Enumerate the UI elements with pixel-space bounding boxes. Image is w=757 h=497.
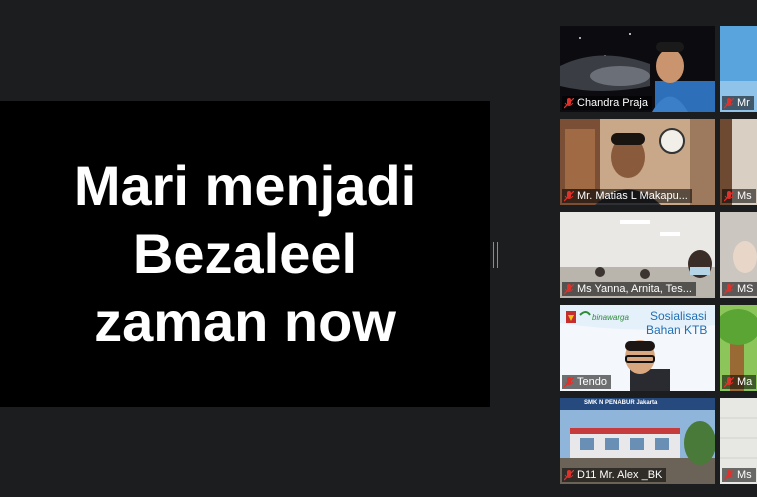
participant-label: Ms	[722, 189, 756, 203]
video-tile-partial[interactable]: Ms	[720, 398, 757, 484]
slide-text: Mari menjadi Bezaleel zaman now	[74, 152, 416, 356]
muted-mic-icon	[564, 97, 574, 108]
slide-line-1: Mari menjadi	[73, 154, 417, 217]
participant-name: Ms Yanna, Arnita, Tes...	[577, 283, 692, 295]
muted-mic-icon	[724, 376, 734, 387]
participant-name: Ms	[737, 190, 752, 202]
video-tile-tendo[interactable]: binawarga Sosialisasi Bahan KTB Tendo	[560, 305, 715, 391]
muted-mic-icon	[564, 469, 574, 480]
participant-label: Chandra Praja	[562, 96, 652, 110]
participant-label: Mr	[722, 96, 754, 110]
video-tile-chandra-praja[interactable]: Chandra Praja	[560, 26, 715, 112]
muted-mic-icon	[564, 376, 574, 387]
slide-line-2: Bezaleel	[132, 222, 358, 285]
sosialisasi-title-line2: Bahan KTB	[646, 323, 708, 337]
school-banner: SMK N PENABUR Jakarta	[584, 400, 658, 406]
video-tile-matias[interactable]: Mr. Matias L Makapu...	[560, 119, 715, 205]
video-tile-partial[interactable]: MS	[720, 212, 757, 298]
muted-mic-icon	[564, 190, 574, 201]
participant-name: Mr	[737, 97, 750, 109]
video-tile-partial[interactable]: Mr	[720, 26, 757, 112]
muted-mic-icon	[724, 190, 734, 201]
participant-label: Ms Yanna, Arnita, Tes...	[562, 282, 696, 296]
participant-name: Tendo	[577, 376, 607, 388]
participant-label: D11 Mr. Alex _BK	[562, 468, 667, 482]
participant-name: MS	[737, 283, 754, 295]
participant-label: Ma	[722, 375, 757, 389]
sosialisasi-title-line1: Sosialisasi	[650, 309, 707, 323]
participant-label: MS	[722, 282, 757, 296]
video-tile-alex[interactable]: SMK N PENABUR Jakarta D11 Mr. Alex _BK	[560, 398, 715, 484]
participant-label: Tendo	[562, 375, 611, 389]
muted-mic-icon	[724, 283, 734, 294]
video-tile-partial[interactable]: Ma	[720, 305, 757, 391]
participant-name: Mr. Matias L Makapu...	[577, 190, 688, 202]
panel-splitter-handle[interactable]	[493, 242, 498, 268]
shared-screen: Mari menjadi Bezaleel zaman now	[0, 101, 490, 407]
participant-name: Ms	[737, 469, 752, 481]
muted-mic-icon	[724, 97, 734, 108]
participant-label: Mr. Matias L Makapu...	[562, 189, 692, 203]
participant-name: D11 Mr. Alex _BK	[577, 469, 663, 481]
muted-mic-icon	[724, 469, 734, 480]
participant-label: Ms	[722, 468, 756, 482]
participant-name: Chandra Praja	[577, 97, 648, 109]
brand-text: binawarga	[592, 313, 629, 322]
video-tile-partial[interactable]: Ms	[720, 119, 757, 205]
participant-name: Ma	[737, 376, 753, 388]
slide-line-3: zaman now	[94, 290, 396, 353]
muted-mic-icon	[564, 283, 574, 294]
video-tile-yanna[interactable]: Ms Yanna, Arnita, Tes...	[560, 212, 715, 298]
